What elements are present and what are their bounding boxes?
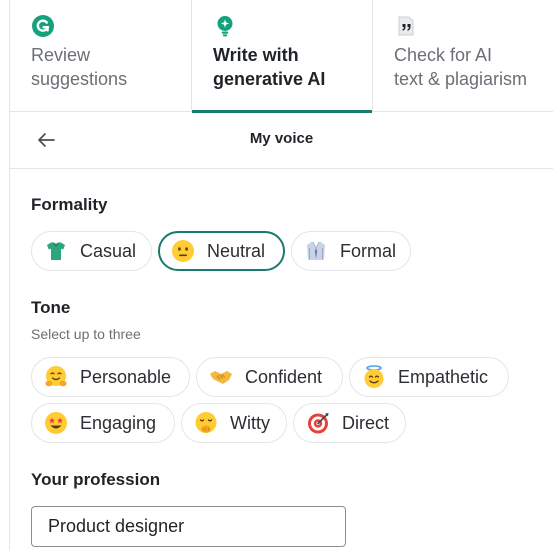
chip-label: Engaging [80,412,157,433]
lightbulb-icon [217,16,233,37]
tab-label: Write with generative AI [213,45,326,89]
tab-check-ai-plagiarism[interactable]: Check for AI text & plagiarism [372,0,553,112]
tshirt-icon [47,242,65,260]
chip-label: Witty [230,412,270,433]
handshake-icon [210,371,232,384]
chip-label: Formal [340,240,397,261]
page-title: My voice [249,130,314,147]
formality-option-neutral[interactable]: Neutral [158,231,285,271]
target-icon [308,413,329,434]
tone-option-confident[interactable]: Confident [196,357,343,397]
tab-label: Review suggestions [31,45,128,89]
smiling-halo-face-icon [364,365,384,388]
quote-document-icon [398,16,414,36]
suit-icon [307,241,325,260]
tone-option-engaging[interactable]: Engaging [31,403,175,443]
tone-option-empathetic[interactable]: Empathetic [349,357,509,397]
tab-review-suggestions[interactable]: Review suggestions [10,0,191,112]
giggling-face-icon [195,412,217,433]
chip-label: Empathetic [398,366,489,387]
chip-label: Direct [342,412,390,433]
panel-header: My voice [10,112,553,169]
tone-option-personable[interactable]: Personable [31,357,190,397]
profession-heading: Your profession [31,470,161,489]
hugging-face-icon [45,366,67,387]
formality-option-formal[interactable]: Formal [291,231,411,271]
formality-option-casual[interactable]: Casual [31,231,152,271]
tone-option-witty[interactable]: Witty [181,403,287,443]
tab-label: Check for AI text & plagiarism [394,45,528,89]
chip-label: Casual [80,240,137,261]
chip-label: Neutral [207,240,266,261]
tone-option-direct[interactable]: Direct [293,403,406,443]
chip-label: Personable [80,366,172,387]
tone-subtitle: Select up to three [31,326,141,342]
star-struck-face-icon [45,412,67,434]
chip-label: Confident [245,366,323,387]
neutral-face-icon [172,240,194,262]
tab-bar: Review suggestions Write with generative… [10,0,553,113]
formality-heading: Formality [31,195,108,214]
tone-heading: Tone [31,298,71,317]
tab-write-with-ai[interactable]: Write with generative AI [191,0,372,113]
grammarly-logo-icon [32,15,54,37]
profession-input[interactable] [31,506,346,547]
